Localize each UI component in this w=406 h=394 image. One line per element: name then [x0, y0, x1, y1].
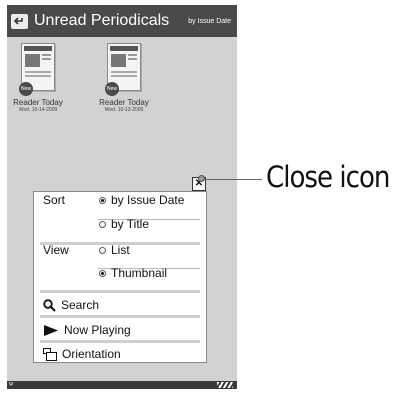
- sort-option-title[interactable]: by Title: [99, 217, 149, 231]
- view-label: View: [43, 243, 69, 257]
- magnifier-icon: [43, 298, 56, 312]
- reader-screen: Unread Periodicals by Issue Date New Rea…: [7, 5, 237, 389]
- page-title: Unread Periodicals: [34, 12, 170, 29]
- menu-item-label: Search: [61, 298, 100, 312]
- divider: [40, 340, 200, 343]
- periodical-title: Reader Today: [13, 98, 63, 107]
- new-badge: New: [19, 82, 33, 96]
- play-triangle-icon: [44, 324, 58, 336]
- callout-dot: [198, 175, 205, 182]
- radio-unselected-icon: [99, 220, 106, 228]
- radio-selected-icon: [99, 196, 106, 204]
- periodical-item[interactable]: New Reader Today Wed. 10-14-2009: [7, 43, 69, 113]
- title-bar: Unread Periodicals by Issue Date: [7, 5, 237, 37]
- periodical-date: Wed. 10-14-2009: [18, 107, 58, 113]
- sort-label: Sort: [43, 193, 66, 207]
- options-menu: Sort by Issue Date by Title View List Th…: [33, 191, 207, 363]
- periodical-cover: New: [19, 43, 55, 96]
- radio-selected-icon: [99, 269, 106, 277]
- menu-item-label: Orientation: [62, 347, 121, 361]
- periodical-date: Wed. 10-13-2009: [104, 107, 144, 113]
- menu-item-search[interactable]: Search: [43, 298, 99, 312]
- divider: [40, 290, 200, 293]
- divider: [40, 315, 200, 318]
- battery-icon: [217, 382, 233, 388]
- back-button[interactable]: [11, 13, 28, 29]
- menu-item-now-playing[interactable]: Now Playing: [43, 323, 131, 337]
- menu-item-orientation[interactable]: Orientation: [43, 347, 121, 361]
- periodical-item[interactable]: New Reader Today Wed. 10-13-2009: [93, 43, 155, 113]
- periodical-cover: New: [105, 43, 141, 96]
- sort-indicator: by Issue Date: [188, 17, 231, 25]
- callout-line: [202, 179, 262, 180]
- new-badge: New: [105, 82, 119, 96]
- signal-icon: Ψ: [9, 382, 14, 388]
- back-arrow-icon: [14, 16, 23, 25]
- view-option-list[interactable]: List: [99, 243, 130, 257]
- rotate-screen-icon: [43, 347, 57, 361]
- callout-label: Close icon: [266, 160, 390, 194]
- menu-item-label: Now Playing: [64, 323, 131, 337]
- radio-unselected-icon: [99, 246, 106, 254]
- periodical-title: Reader Today: [99, 98, 149, 107]
- status-bar: Ψ: [7, 381, 237, 389]
- sort-option-issue-date[interactable]: by Issue Date: [99, 193, 184, 207]
- view-option-thumbnail[interactable]: Thumbnail: [99, 266, 167, 280]
